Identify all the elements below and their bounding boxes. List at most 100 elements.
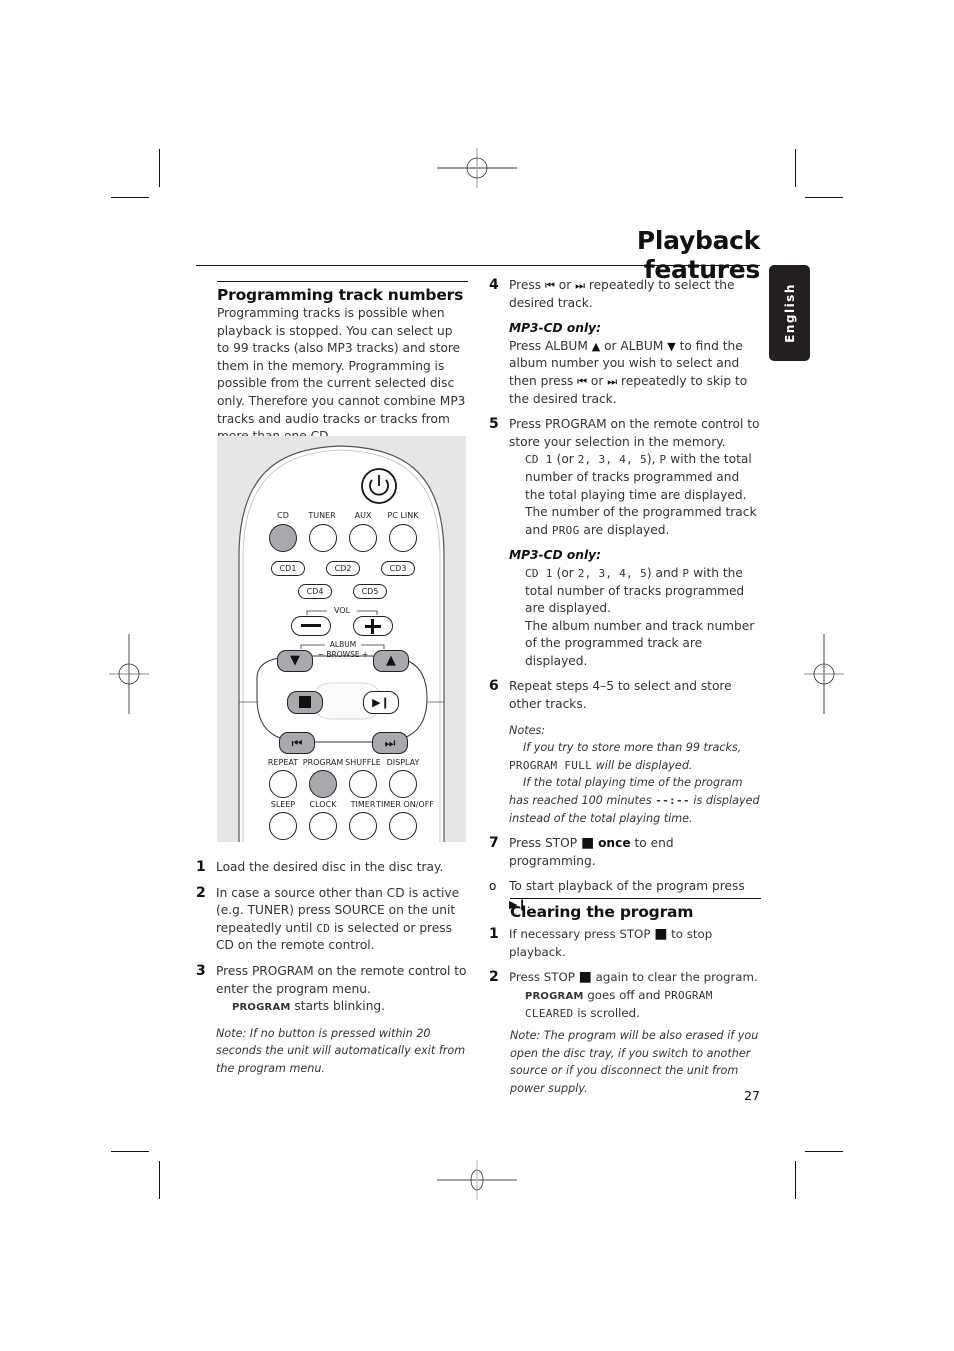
cd2-button[interactable]: CD2 <box>326 561 360 576</box>
step-4: 4 Press ⏮ or ⏭ repeatedly to select the … <box>489 277 761 312</box>
right-column: 4 Press ⏮ or ⏭ repeatedly to select the … <box>489 277 761 914</box>
vol-up-button[interactable] <box>353 616 393 636</box>
program-indicator: PROGRAM <box>232 1002 291 1014</box>
cd1-button[interactable]: CD1 <box>271 561 305 576</box>
step-result: PROGRAM goes off and PROGRAM CLEARED is … <box>509 987 761 1023</box>
step-text: or <box>587 373 608 388</box>
mp3-only-label: MP3-CD only: <box>509 321 601 336</box>
display-dashes: --:-- <box>655 794 690 808</box>
cd4-button[interactable]: CD4 <box>298 584 332 599</box>
play-pause-button[interactable]: ▶❙ <box>363 691 399 714</box>
step-text: (or <box>552 452 578 467</box>
power-button[interactable] <box>361 468 397 504</box>
registration-mark-bottom <box>437 1160 517 1200</box>
page-title: Playback features <box>636 226 760 284</box>
crop-mark <box>111 1151 149 1152</box>
minus-icon <box>301 624 321 627</box>
cd3-button[interactable]: CD3 <box>381 561 415 576</box>
crop-mark <box>805 197 843 198</box>
program-button[interactable] <box>309 770 337 798</box>
crop-mark <box>159 1161 160 1199</box>
next-icon: ⏭ <box>607 374 618 388</box>
step-4-mp3: MP3-CD only: Press ALBUM ▲ or ALBUM ▼ to… <box>489 320 761 408</box>
display-numbers: 2, 3, 4, 5 <box>577 566 647 580</box>
step-text: To start playback of the program press <box>509 879 745 894</box>
tuner-button[interactable] <box>309 524 337 552</box>
label-repeat: REPEAT <box>267 758 299 767</box>
label-pc-link: PC LINK <box>387 511 419 520</box>
previous-icon: ⏮ <box>577 374 588 388</box>
stop-icon <box>299 696 311 708</box>
browse-label-group: − BROWSE + <box>315 650 371 659</box>
stop-icon: ■ <box>580 835 595 852</box>
left-column: Programming track numbers Programming tr… <box>196 281 468 446</box>
label-sleep: SLEEP <box>270 800 296 809</box>
step-text: is scrolled. <box>573 1006 640 1021</box>
mp3-only-label: MP3-CD only: <box>509 548 601 563</box>
notes-block: Notes: If you try to store more than 99 … <box>489 722 761 828</box>
crop-mark <box>159 149 160 187</box>
crop-mark <box>805 1151 843 1152</box>
previous-icon: ⏮ <box>291 736 303 750</box>
stop-icon: ■ <box>578 969 592 986</box>
step-6: 6 Repeat steps 4–5 to select and store o… <box>489 678 761 713</box>
display-button[interactable] <box>389 770 417 798</box>
album-up-button[interactable]: ▲ <box>373 650 409 672</box>
up-arrow-icon: ▲ <box>591 339 601 353</box>
step-text: ) and <box>646 565 683 580</box>
step-text: Press ALBUM <box>509 338 592 353</box>
crop-mark <box>111 197 149 198</box>
section-heading-programming: Programming track numbers <box>217 286 464 304</box>
label-clock: CLOCK <box>309 800 337 809</box>
step-text: again to clear the program. <box>591 970 758 985</box>
cd-button[interactable] <box>269 524 297 552</box>
intro-paragraph: Programming tracks is possible when play… <box>217 306 466 443</box>
note-timeout: Note: If no button is pressed within 20 … <box>216 1026 466 1075</box>
remote-control-illustration: CD TUNER AUX PC LINK CD1 CD2 CD3 CD4 CD5… <box>217 436 466 842</box>
down-arrow-icon: ▼ <box>667 339 676 353</box>
timer-button[interactable] <box>349 812 377 840</box>
step-5: 5 Press PROGRAM on the remote control to… <box>489 416 761 539</box>
label-program: PROGRAM <box>302 758 344 767</box>
step-text: Press STOP <box>509 970 579 985</box>
display-text-prog: PROG <box>551 523 580 537</box>
note-1-line: If you try to store more than 99 tracks, <box>523 741 742 755</box>
play-pause-icon: ▶❙ <box>372 696 390 709</box>
clear-step-1: 1 If necessary press STOP ■ to stop play… <box>489 926 761 961</box>
label-display: DISPLAY <box>386 758 420 767</box>
shuffle-button[interactable] <box>349 770 377 798</box>
aux-button[interactable] <box>349 524 377 552</box>
sleep-button[interactable] <box>269 812 297 840</box>
clock-button[interactable] <box>309 812 337 840</box>
step-number: 4 <box>489 277 499 293</box>
step-2: 2 In case a source other than CD is acti… <box>196 885 468 955</box>
step-result-text: starts blinking. <box>290 999 386 1014</box>
step-text: or ALBUM <box>600 338 668 353</box>
up-arrow-icon: ▲ <box>386 653 396 668</box>
step-number: 6 <box>489 678 499 695</box>
step-text: Press PROGRAM on the remote control to s… <box>509 417 760 449</box>
note-2: If the total playing time of the program… <box>509 774 761 827</box>
stop-icon: ■ <box>654 926 668 942</box>
album-down-button[interactable]: ▼ <box>277 650 313 672</box>
step-number: 2 <box>196 884 206 901</box>
cd5-button[interactable]: CD5 <box>353 584 387 599</box>
language-tab-label: English <box>782 283 797 343</box>
program-indicator: PROGRAM <box>525 990 584 1002</box>
label-cd: CD <box>277 511 289 520</box>
step-number: 3 <box>196 962 206 979</box>
note-1-rest: PROGRAM FULL will be displayed. <box>509 757 761 775</box>
timer-on-off-button[interactable] <box>389 812 417 840</box>
step-5-mp3: MP3-CD only: CD 1 (or 2, 3, 4, 5) and P … <box>489 547 761 670</box>
step-text: goes off and <box>583 987 665 1002</box>
browse-plus: + <box>361 650 369 659</box>
next-button[interactable]: ⏭ <box>372 732 408 754</box>
repeat-button[interactable] <box>269 770 297 798</box>
step-text: Load the desired disc in the disc tray. <box>216 860 444 874</box>
browse-label: BROWSE <box>326 650 360 659</box>
display-text-cd: CD <box>316 921 331 935</box>
previous-button[interactable]: ⏮ <box>279 732 315 754</box>
pc-link-button[interactable] <box>389 524 417 552</box>
stop-button[interactable] <box>287 691 323 714</box>
vol-down-button[interactable] <box>291 616 331 636</box>
